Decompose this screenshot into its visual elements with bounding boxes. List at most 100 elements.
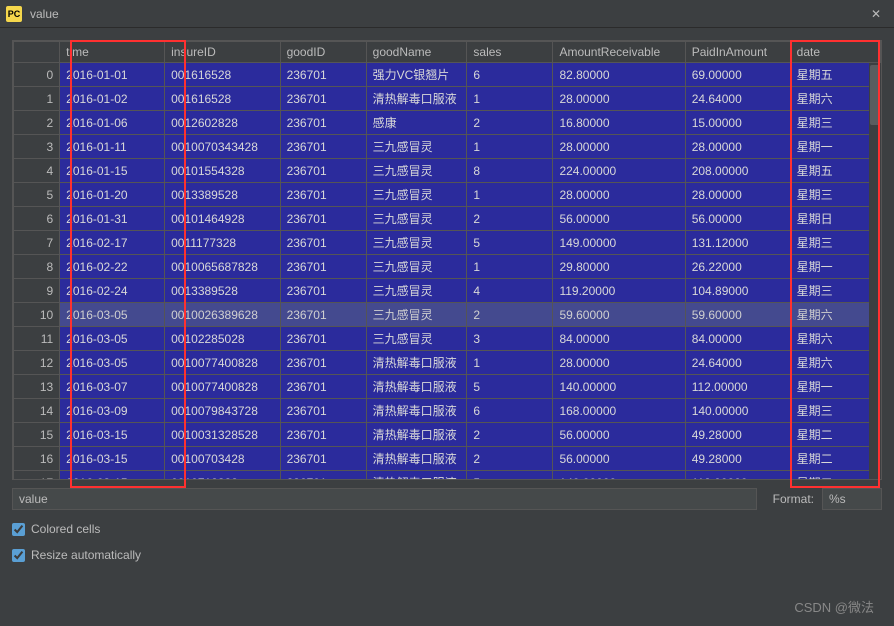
cell-sales[interactable]: 1: [467, 351, 553, 375]
cell-sales[interactable]: 3: [467, 327, 553, 351]
cell-sales[interactable]: 5: [467, 231, 553, 255]
cell-date[interactable]: 星期一: [790, 375, 880, 399]
cell-amt[interactable]: 28.00000: [553, 87, 685, 111]
cell-goodName[interactable]: 强力VC银翘片: [366, 63, 467, 87]
cell-insureID[interactable]: 0012602828: [165, 111, 280, 135]
column-header-goodID[interactable]: goodID: [280, 42, 366, 63]
cell-paid[interactable]: 140.00000: [685, 399, 790, 423]
table-row[interactable]: 32016-01-110010070343428236701三九感冒灵128.0…: [14, 135, 881, 159]
cell-time[interactable]: 2016-01-15: [60, 159, 165, 183]
row-index[interactable]: 6: [14, 207, 60, 231]
table-row[interactable]: 152016-03-150010031328528236701清热解毒口服液25…: [14, 423, 881, 447]
cell-paid[interactable]: 26.22000: [685, 255, 790, 279]
cell-insureID[interactable]: 00100703428: [165, 447, 280, 471]
cell-insureID[interactable]: 00102285028: [165, 327, 280, 351]
cell-insureID[interactable]: 0010712328: [165, 471, 280, 481]
cell-insureID[interactable]: 001616528: [165, 63, 280, 87]
row-index[interactable]: 12: [14, 351, 60, 375]
vertical-scrollbar[interactable]: [869, 63, 881, 479]
cell-time[interactable]: 2016-03-05: [60, 327, 165, 351]
cell-insureID[interactable]: 0011177328: [165, 231, 280, 255]
cell-time[interactable]: 2016-02-24: [60, 279, 165, 303]
table-row[interactable]: 52016-01-200013389528236701三九感冒灵128.0000…: [14, 183, 881, 207]
table-row[interactable]: 172016-03-150010712328236701清热解毒口服液5140.…: [14, 471, 881, 481]
resize-auto-checkbox[interactable]: [12, 549, 25, 562]
cell-goodID[interactable]: 236701: [280, 183, 366, 207]
table-row[interactable]: 02016-01-01001616528236701强力VC银翘片682.800…: [14, 63, 881, 87]
cell-goodID[interactable]: 236701: [280, 351, 366, 375]
cell-sales[interactable]: 2: [467, 303, 553, 327]
column-header-sales[interactable]: sales: [467, 42, 553, 63]
scrollbar-thumb[interactable]: [870, 65, 880, 125]
cell-amt[interactable]: 56.00000: [553, 423, 685, 447]
cell-date[interactable]: 星期五: [790, 159, 880, 183]
cell-goodID[interactable]: 236701: [280, 207, 366, 231]
column-header-AmountReceivable[interactable]: AmountReceivable: [553, 42, 685, 63]
row-index[interactable]: 1: [14, 87, 60, 111]
cell-insureID[interactable]: 0010026389628: [165, 303, 280, 327]
cell-goodID[interactable]: 236701: [280, 399, 366, 423]
table-row[interactable]: 92016-02-240013389528236701三九感冒灵4119.200…: [14, 279, 881, 303]
cell-amt[interactable]: 28.00000: [553, 183, 685, 207]
cell-date[interactable]: 星期三: [790, 399, 880, 423]
cell-paid[interactable]: 112.00000: [685, 375, 790, 399]
cell-sales[interactable]: 6: [467, 63, 553, 87]
cell-paid[interactable]: 131.12000: [685, 231, 790, 255]
table-row[interactable]: 62016-01-3100101464928236701三九感冒灵256.000…: [14, 207, 881, 231]
cell-insureID[interactable]: 0010079843728: [165, 399, 280, 423]
cell-sales[interactable]: 2: [467, 111, 553, 135]
row-index[interactable]: 8: [14, 255, 60, 279]
cell-sales[interactable]: 2: [467, 447, 553, 471]
table-row[interactable]: 102016-03-050010026389628236701三九感冒灵259.…: [14, 303, 881, 327]
cell-paid[interactable]: 84.00000: [685, 327, 790, 351]
cell-date[interactable]: 星期二: [790, 447, 880, 471]
column-header-time[interactable]: time: [60, 42, 165, 63]
cell-date[interactable]: 星期二: [790, 471, 880, 481]
row-index[interactable]: 14: [14, 399, 60, 423]
cell-goodName[interactable]: 三九感冒灵: [366, 255, 467, 279]
cell-sales[interactable]: 2: [467, 207, 553, 231]
cell-sales[interactable]: 1: [467, 135, 553, 159]
cell-time[interactable]: 2016-03-07: [60, 375, 165, 399]
cell-date[interactable]: 星期三: [790, 279, 880, 303]
cell-amt[interactable]: 119.20000: [553, 279, 685, 303]
cell-goodName[interactable]: 清热解毒口服液: [366, 399, 467, 423]
close-icon[interactable]: ✕: [864, 2, 888, 26]
cell-goodName[interactable]: 清热解毒口服液: [366, 87, 467, 111]
cell-insureID[interactable]: 001616528: [165, 87, 280, 111]
cell-sales[interactable]: 5: [467, 375, 553, 399]
cell-sales[interactable]: 8: [467, 159, 553, 183]
cell-paid[interactable]: 24.64000: [685, 351, 790, 375]
table-row[interactable]: 162016-03-1500100703428236701清热解毒口服液256.…: [14, 447, 881, 471]
cell-paid[interactable]: 112.00000: [685, 471, 790, 481]
cell-date[interactable]: 星期六: [790, 303, 880, 327]
cell-goodName[interactable]: 清热解毒口服液: [366, 447, 467, 471]
row-index[interactable]: 9: [14, 279, 60, 303]
cell-goodID[interactable]: 236701: [280, 135, 366, 159]
row-index[interactable]: 0: [14, 63, 60, 87]
cell-time[interactable]: 2016-03-15: [60, 447, 165, 471]
row-index[interactable]: 3: [14, 135, 60, 159]
cell-amt[interactable]: 82.80000: [553, 63, 685, 87]
cell-insureID[interactable]: 0010065687828: [165, 255, 280, 279]
cell-amt[interactable]: 56.00000: [553, 447, 685, 471]
cell-goodID[interactable]: 236701: [280, 423, 366, 447]
cell-goodName[interactable]: 清热解毒口服液: [366, 375, 467, 399]
cell-sales[interactable]: 5: [467, 471, 553, 481]
table-row[interactable]: 22016-01-060012602828236701感康216.8000015…: [14, 111, 881, 135]
cell-time[interactable]: 2016-01-31: [60, 207, 165, 231]
row-index[interactable]: 10: [14, 303, 60, 327]
cell-sales[interactable]: 6: [467, 399, 553, 423]
cell-paid[interactable]: 69.00000: [685, 63, 790, 87]
cell-goodName[interactable]: 三九感冒灵: [366, 159, 467, 183]
cell-date[interactable]: 星期一: [790, 255, 880, 279]
cell-goodID[interactable]: 236701: [280, 471, 366, 481]
cell-time[interactable]: 2016-01-02: [60, 87, 165, 111]
cell-goodName[interactable]: 三九感冒灵: [366, 279, 467, 303]
cell-goodName[interactable]: 三九感冒灵: [366, 183, 467, 207]
cell-paid[interactable]: 104.89000: [685, 279, 790, 303]
cell-amt[interactable]: 29.80000: [553, 255, 685, 279]
cell-date[interactable]: 星期日: [790, 207, 880, 231]
cell-amt[interactable]: 224.00000: [553, 159, 685, 183]
cell-date[interactable]: 星期六: [790, 351, 880, 375]
